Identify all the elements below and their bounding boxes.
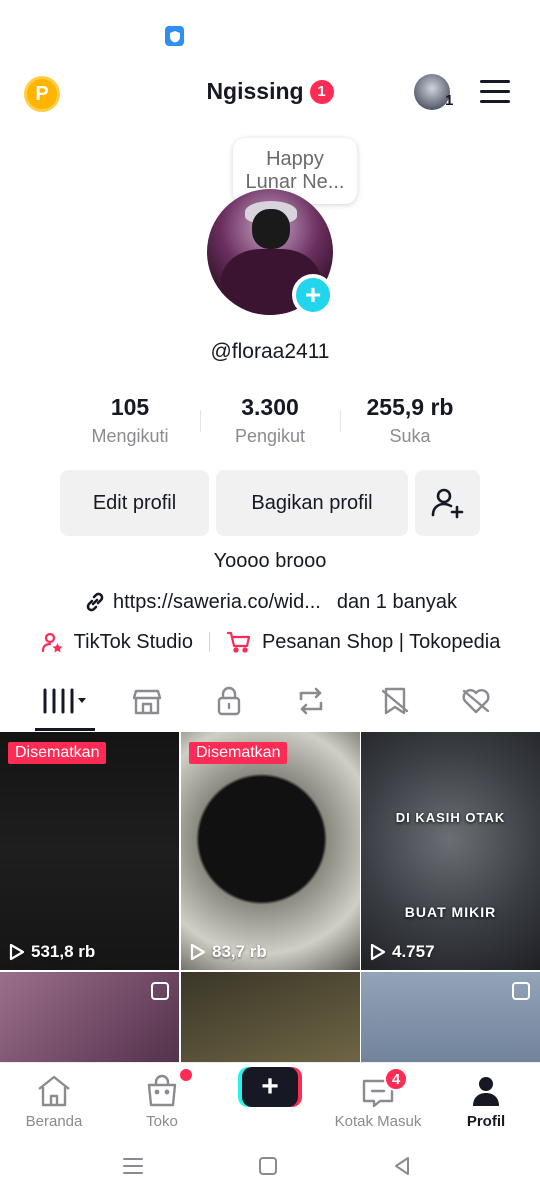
nav-label: Toko: [146, 1113, 178, 1130]
bottom-navigation: Beranda Toko + 4 Kotak Masuk Profil: [0, 1062, 540, 1134]
divider: [208, 632, 210, 652]
play-icon: [9, 943, 25, 961]
home-button-icon[interactable]: [258, 1156, 278, 1176]
photo-carousel-icon: [151, 982, 169, 1000]
video-thumbnail[interactable]: [361, 972, 540, 1062]
videos-grid-icon: [43, 688, 86, 714]
pinned-badge: Disematkan: [189, 742, 288, 764]
stat-followers[interactable]: 3.300 Pengikut: [200, 392, 340, 462]
video-thumbnail[interactable]: Disematkan 531,8 rb: [0, 732, 179, 970]
account-count: 1: [445, 92, 454, 109]
create-button[interactable]: +: [238, 1067, 302, 1107]
nav-label: Beranda: [25, 1113, 83, 1130]
home-icon: [38, 1075, 70, 1107]
shop-orders-link[interactable]: Pesanan Shop | Tokopedia: [262, 631, 500, 654]
bio-link[interactable]: https://saweria.co/wid...: [113, 591, 321, 614]
bio-link-row[interactable]: https://saweria.co/wid... dan 1 banyak: [0, 590, 540, 614]
add-story-button[interactable]: +: [292, 274, 334, 316]
video-thumbnail[interactable]: [0, 972, 179, 1062]
tab-favorites[interactable]: [365, 676, 425, 726]
pinned-badge: Disematkan: [8, 742, 107, 764]
cart-icon: [226, 631, 251, 653]
add-person-icon: [431, 488, 463, 519]
active-tab-indicator: [35, 728, 95, 731]
nav-label: Kotak Masuk: [334, 1113, 422, 1130]
shop-icon: [132, 689, 162, 715]
video-caption-bottom: BUAT MIKIR: [404, 904, 497, 920]
title-badge: 1: [309, 79, 334, 104]
shortcuts-row: TikTok Studio Pesanan Shop | Tokopedia: [0, 630, 540, 654]
tiktok-studio-link[interactable]: TikTok Studio: [74, 631, 193, 654]
shield-icon: [165, 26, 184, 46]
stat-value: 255,9 rb: [366, 394, 454, 420]
play-icon: [370, 943, 386, 961]
nav-home[interactable]: Beranda: [0, 1069, 108, 1131]
status-bar: [0, 0, 540, 60]
video-thumbnail[interactable]: Disematkan 83,7 rb: [181, 732, 360, 970]
view-count: 83,7 rb: [190, 942, 267, 962]
stat-following[interactable]: 105 Mengikuti: [60, 392, 200, 462]
play-icon: [190, 943, 206, 961]
inbox-badge: 4: [384, 1067, 408, 1091]
stat-likes[interactable]: 255,9 rb Suka: [340, 392, 480, 462]
note-text: Happy Lunar Ne...: [245, 148, 345, 193]
notification-dot: [180, 1069, 192, 1081]
stat-value: 105: [110, 394, 150, 420]
edit-profile-button[interactable]: Edit profil: [60, 470, 209, 536]
stat-value: 3.300: [241, 394, 299, 420]
username: @floraa2411: [210, 340, 330, 363]
video-caption-top: DI KASIH OTAK: [395, 810, 506, 825]
share-profile-button[interactable]: Bagikan profil: [216, 470, 408, 536]
nav-shop[interactable]: Toko: [108, 1069, 216, 1131]
back-icon[interactable]: [392, 1156, 412, 1176]
view-count: 531,8 rb: [9, 942, 95, 962]
view-count: 4.757: [370, 942, 435, 962]
hamburger-menu-icon[interactable]: [480, 80, 510, 104]
stat-label: Suka: [389, 426, 431, 446]
page-title: Ngissing: [206, 78, 304, 104]
profile-stats: 105 Mengikuti 3.300 Pengikut 255,9 rb Su…: [60, 392, 480, 462]
profile-bio: Yoooo brooo: [213, 550, 327, 572]
recent-apps-icon[interactable]: [122, 1156, 144, 1176]
content-tabs: [0, 676, 540, 732]
system-navigation: [0, 1134, 540, 1200]
repost-icon: [299, 687, 323, 715]
nav-inbox[interactable]: 4 Kotak Masuk: [324, 1067, 432, 1131]
stat-label: Pengikut: [234, 426, 306, 446]
account-switcher[interactable]: Ngissing 1: [0, 78, 540, 105]
profile-icon: [473, 1077, 499, 1106]
tab-reposts[interactable]: [281, 676, 341, 726]
video-thumbnail[interactable]: [181, 972, 360, 1062]
photo-carousel-icon: [512, 982, 530, 1000]
profile-header: P Ngissing 1 1: [0, 66, 540, 122]
video-grid: Disematkan 531,8 rb Disematkan 83,7 rb D…: [0, 732, 540, 1062]
video-thumbnail[interactable]: DI KASIH OTAK BUAT MIKIR 4.757: [361, 732, 540, 970]
lock-icon: [217, 686, 241, 716]
add-friend-button[interactable]: [415, 470, 480, 536]
bio-link-more[interactable]: dan 1 banyak: [337, 591, 457, 614]
plus-icon: +: [242, 1067, 298, 1107]
nav-label: Profil: [466, 1113, 506, 1130]
studio-icon: [41, 632, 63, 653]
tab-private[interactable]: [199, 676, 259, 726]
nav-profile[interactable]: Profil: [432, 1069, 540, 1131]
link-icon: [86, 592, 104, 612]
tab-videos[interactable]: [35, 676, 95, 726]
liked-hidden-icon: [462, 689, 490, 714]
tab-shop[interactable]: [117, 676, 177, 726]
bookmark-icon: [381, 687, 409, 715]
stat-label: Mengikuti: [91, 426, 169, 446]
shopping-bag-icon: [147, 1074, 177, 1107]
tab-liked[interactable]: [446, 676, 506, 726]
